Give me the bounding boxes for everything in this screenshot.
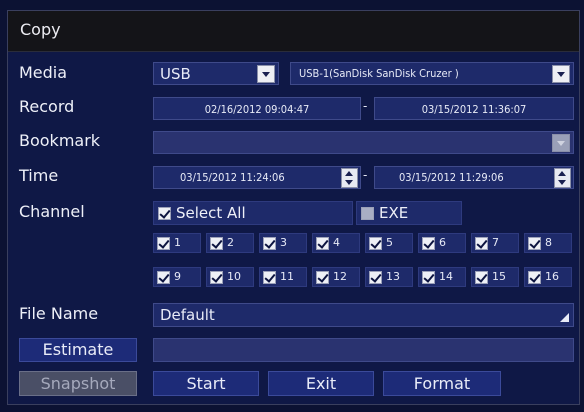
channel-check-icon: [528, 237, 541, 250]
channel-label: Channel: [19, 202, 85, 221]
estimate-field: [153, 338, 574, 362]
bookmark-label: Bookmark: [19, 131, 101, 150]
media-type-value: USB: [160, 65, 191, 83]
estimate-button[interactable]: Estimate: [19, 338, 137, 362]
channel-checkbox-1[interactable]: 1: [153, 233, 201, 253]
channel-check-icon: [157, 271, 170, 284]
select-all-label: Select All: [176, 204, 246, 222]
channel-checkbox-7[interactable]: 7: [471, 233, 519, 253]
screen: Copy Media USB USB-1(SanDisk SanDisk Cru…: [0, 0, 584, 412]
channel-number: 14: [439, 270, 453, 283]
channel-checkbox-14[interactable]: 14: [418, 267, 466, 287]
channel-checkbox-11[interactable]: 11: [259, 267, 307, 287]
file-name-input[interactable]: Default: [153, 303, 574, 327]
format-button[interactable]: Format: [383, 371, 501, 396]
channel-check-icon: [369, 237, 382, 250]
channel-check-icon: [210, 237, 223, 250]
time-start-value: 03/15/2012 11:24:06: [180, 171, 285, 184]
channel-check-icon: [422, 237, 435, 250]
record-label: Record: [19, 97, 75, 116]
record-start-field: 02/16/2012 09:04:47: [153, 97, 361, 120]
exe-checkbox[interactable]: EXE: [356, 201, 462, 225]
channel-checkbox-10[interactable]: 10: [206, 267, 254, 287]
media-device-value: USB-1(SanDisk SanDisk Cruzer ): [299, 67, 459, 80]
time-end-spinner-icon[interactable]: [554, 168, 571, 188]
channel-number: 11: [280, 270, 294, 283]
time-start-field[interactable]: 03/15/2012 11:24:06: [153, 166, 361, 189]
select-all-checkbox[interactable]: Select All: [153, 201, 353, 225]
bookmark-select[interactable]: [153, 131, 574, 154]
channel-number: 6: [439, 236, 446, 249]
channel-checkbox-13[interactable]: 13: [365, 267, 413, 287]
time-end-value: 03/15/2012 11:29:06: [399, 171, 504, 184]
channel-checkbox-16[interactable]: 16: [524, 267, 572, 287]
channel-check-icon: [528, 271, 541, 284]
channel-checkbox-9[interactable]: 9: [153, 267, 201, 287]
record-start-value: 02/16/2012 09:04:47: [204, 103, 310, 116]
time-separator: -: [363, 168, 368, 182]
media-type-dropdown-icon[interactable]: [257, 65, 275, 83]
title-bar: Copy: [8, 11, 579, 52]
channel-check-icon: [316, 237, 329, 250]
record-end-value: 03/15/2012 11:36:07: [421, 103, 527, 116]
media-device-select[interactable]: USB-1(SanDisk SanDisk Cruzer ): [290, 62, 574, 85]
exe-label: EXE: [379, 204, 409, 222]
channel-checkbox-5[interactable]: 5: [365, 233, 413, 253]
resize-grip-icon: [560, 313, 569, 322]
file-name-label: File Name: [19, 304, 99, 323]
channel-number: 8: [545, 236, 552, 249]
channel-number: 2: [227, 236, 234, 249]
snapshot-button[interactable]: Snapshot: [19, 371, 137, 396]
channel-checkbox-3[interactable]: 3: [259, 233, 307, 253]
exe-check-icon: [361, 207, 374, 220]
channel-number: 12: [333, 270, 347, 283]
channel-checkbox-6[interactable]: 6: [418, 233, 466, 253]
channel-checkbox-15[interactable]: 15: [471, 267, 519, 287]
channel-check-icon: [475, 271, 488, 284]
channel-check-icon: [475, 237, 488, 250]
file-name-value: Default: [160, 306, 215, 324]
record-end-field: 03/15/2012 11:36:07: [374, 97, 574, 120]
media-type-select[interactable]: USB: [153, 62, 279, 85]
channel-check-icon: [422, 271, 435, 284]
channel-number: 13: [386, 270, 400, 283]
channel-checkbox-8[interactable]: 8: [524, 233, 572, 253]
channel-number: 1: [174, 236, 181, 249]
channel-check-icon: [157, 237, 170, 250]
channel-checkbox-4[interactable]: 4: [312, 233, 360, 253]
channel-check-icon: [263, 237, 276, 250]
media-label: Media: [19, 63, 68, 82]
select-all-check-icon: [158, 207, 171, 220]
channel-number: 4: [333, 236, 340, 249]
time-start-spinner-icon[interactable]: [341, 168, 358, 188]
exit-button[interactable]: Exit: [268, 371, 374, 396]
channel-checkbox-12[interactable]: 12: [312, 267, 360, 287]
time-label: Time: [19, 166, 59, 185]
channel-check-icon: [369, 271, 382, 284]
channel-number: 15: [492, 270, 506, 283]
channel-number: 5: [386, 236, 393, 249]
channel-number: 3: [280, 236, 287, 249]
media-device-dropdown-icon[interactable]: [552, 65, 570, 83]
bookmark-dropdown-icon[interactable]: [552, 134, 570, 152]
time-end-field[interactable]: 03/15/2012 11:29:06: [374, 166, 574, 189]
start-button[interactable]: Start: [153, 371, 259, 396]
dialog-title: Copy: [20, 20, 61, 39]
channel-number: 7: [492, 236, 499, 249]
channel-number: 9: [174, 270, 181, 283]
copy-dialog: Copy Media USB USB-1(SanDisk SanDisk Cru…: [7, 10, 580, 405]
channel-checkbox-2[interactable]: 2: [206, 233, 254, 253]
channel-check-icon: [263, 271, 276, 284]
channel-number: 16: [545, 270, 559, 283]
record-separator: -: [363, 99, 368, 113]
channel-check-icon: [316, 271, 329, 284]
channel-number: 10: [227, 270, 241, 283]
channel-check-icon: [210, 271, 223, 284]
